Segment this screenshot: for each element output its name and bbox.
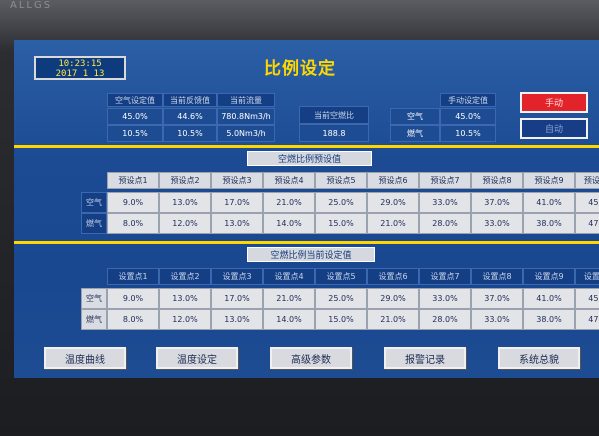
preset_section-value-cell[interactable]: 38.0%: [523, 213, 575, 234]
temperature-curve-button[interactable]: 温度曲线: [44, 347, 126, 369]
current_section-value-cell[interactable]: 21.0%: [367, 309, 419, 330]
current_section-value-cell[interactable]: 41.0%: [523, 288, 575, 309]
current_section-col-header: 设置点4: [263, 268, 315, 285]
current_section-value-cell[interactable]: 25.0%: [315, 288, 367, 309]
ratio-label: 当前空燃比: [299, 106, 369, 124]
current_section-value-cell[interactable]: 37.0%: [471, 288, 523, 309]
top-value: 45.0%: [107, 108, 163, 125]
current_section-value-cell[interactable]: 47.0%: [575, 309, 599, 330]
preset_section-col-header: 预设点10: [575, 172, 599, 189]
preset_section-col-header: 预设点3: [211, 172, 263, 189]
manual-setpoint-header: 手动设定值: [440, 93, 496, 107]
preset_section-col-header: 预设点4: [263, 172, 315, 189]
preset_section-value-cell[interactable]: 28.0%: [419, 213, 471, 234]
current_section-col-header: 设置点6: [367, 268, 419, 285]
preset_section-value-cell[interactable]: 37.0%: [471, 192, 523, 213]
top-value: 44.6%: [163, 108, 217, 125]
current_section-value-cell[interactable]: 29.0%: [367, 288, 419, 309]
current_section-value-cell[interactable]: 17.0%: [211, 288, 263, 309]
current_section-value-cell[interactable]: 33.0%: [471, 309, 523, 330]
bezel-brand: ALLGS: [10, 0, 53, 11]
clock-time: 10:23:15: [58, 59, 102, 69]
preset_section-value-cell[interactable]: 45.0%: [575, 192, 599, 213]
page-title: 比例设定: [264, 59, 336, 79]
current_section-value-cell[interactable]: 33.0%: [419, 288, 471, 309]
preset_section-value-cell[interactable]: 8.0%: [107, 213, 159, 234]
alarm-log-button[interactable]: 报警记录: [384, 347, 466, 369]
preset_section-value-cell[interactable]: 12.0%: [159, 213, 211, 234]
divider: [14, 145, 599, 148]
top-value: 5.0Nm3/h: [217, 125, 275, 142]
preset_section-value-cell[interactable]: 17.0%: [211, 192, 263, 213]
current_section-value-cell[interactable]: 8.0%: [107, 309, 159, 330]
current_section-col-header: 设置点1: [107, 268, 159, 285]
current_section-col-header: 设置点7: [419, 268, 471, 285]
advanced-params-button[interactable]: 高级参数: [270, 347, 352, 369]
current_section-col-header: 设置点3: [211, 268, 263, 285]
preset_section-value-cell[interactable]: 41.0%: [523, 192, 575, 213]
top-header-1: 当前反馈值: [163, 93, 217, 107]
current_section-col-header: 设置点2: [159, 268, 211, 285]
current_section-col-header: 设置点9: [523, 268, 575, 285]
preset_section-value-cell[interactable]: 25.0%: [315, 192, 367, 213]
manual-mode-button[interactable]: 手动: [520, 92, 588, 113]
clock-date: 2017 1 13: [55, 69, 105, 79]
preset_section-value-cell[interactable]: 21.0%: [263, 192, 315, 213]
current_section-row-label: 燃气: [81, 309, 107, 330]
preset_section-value-cell[interactable]: 13.0%: [159, 192, 211, 213]
current-section-title: 空燃比例当前设定值: [247, 247, 375, 262]
current_section-value-cell[interactable]: 13.0%: [211, 309, 263, 330]
clock-display: 10:23:15 2017 1 13: [34, 56, 126, 80]
hmi-screen: 10:23:15 2017 1 13 比例设定 空气设定值 当前反馈值 当前流量…: [14, 40, 599, 378]
preset_section-col-header: 预设点6: [367, 172, 419, 189]
current_section-value-cell[interactable]: 15.0%: [315, 309, 367, 330]
preset_section-value-cell[interactable]: 33.0%: [419, 192, 471, 213]
top-value: 10.5%: [107, 125, 163, 142]
preset_section-col-header: 预设点8: [471, 172, 523, 189]
divider: [14, 241, 599, 244]
top-header-0: 空气设定值: [107, 93, 163, 107]
preset_section-col-header: 预设点9: [523, 172, 575, 189]
pointer-icon: ☝: [204, 358, 211, 369]
current_section-value-cell[interactable]: 14.0%: [263, 309, 315, 330]
preset_section-value-cell[interactable]: 33.0%: [471, 213, 523, 234]
preset_section-row-label: 空气: [81, 192, 107, 213]
current_section-value-cell[interactable]: 45.0%: [575, 288, 599, 309]
manual-gas-value[interactable]: 10.5%: [440, 125, 496, 142]
current_section-col-header: 设置点5: [315, 268, 367, 285]
preset_section-col-header: 预设点1: [107, 172, 159, 189]
preset-section-title: 空燃比例预设值: [247, 151, 372, 166]
preset_section-value-cell[interactable]: 21.0%: [367, 213, 419, 234]
temperature-setting-button[interactable]: 温度设定: [156, 347, 238, 369]
preset_section-value-cell[interactable]: 29.0%: [367, 192, 419, 213]
preset_section-value-cell[interactable]: 13.0%: [211, 213, 263, 234]
current_section-value-cell[interactable]: 21.0%: [263, 288, 315, 309]
current_section-value-cell[interactable]: 38.0%: [523, 309, 575, 330]
preset_section-col-header: 预设点5: [315, 172, 367, 189]
preset_section-value-cell[interactable]: 47.0%: [575, 213, 599, 234]
current_section-value-cell[interactable]: 12.0%: [159, 309, 211, 330]
top-header-2: 当前流量: [217, 93, 275, 107]
current_section-col-header: 设置点8: [471, 268, 523, 285]
preset_section-value-cell[interactable]: 15.0%: [315, 213, 367, 234]
preset_section-col-header: 预设点7: [419, 172, 471, 189]
preset_section-value-cell[interactable]: 9.0%: [107, 192, 159, 213]
manual-row-label: 空气: [390, 108, 440, 125]
current_section-value-cell[interactable]: 9.0%: [107, 288, 159, 309]
manual-row-label: 燃气: [390, 125, 440, 142]
top-value: 10.5%: [163, 125, 217, 142]
current_section-value-cell[interactable]: 13.0%: [159, 288, 211, 309]
preset_section-col-header: 预设点2: [159, 172, 211, 189]
preset_section-row-label: 燃气: [81, 213, 107, 234]
current_section-col-header: 设置点10: [575, 268, 599, 285]
current_section-value-cell[interactable]: 28.0%: [419, 309, 471, 330]
system-overview-button[interactable]: 系统总貌: [498, 347, 580, 369]
current_section-row-label: 空气: [81, 288, 107, 309]
auto-mode-button[interactable]: 自动: [520, 118, 588, 139]
top-value: 780.8Nm3/h: [217, 108, 275, 125]
ratio-value: 188.8: [299, 124, 369, 142]
manual-air-value[interactable]: 45.0%: [440, 108, 496, 125]
preset_section-value-cell[interactable]: 14.0%: [263, 213, 315, 234]
